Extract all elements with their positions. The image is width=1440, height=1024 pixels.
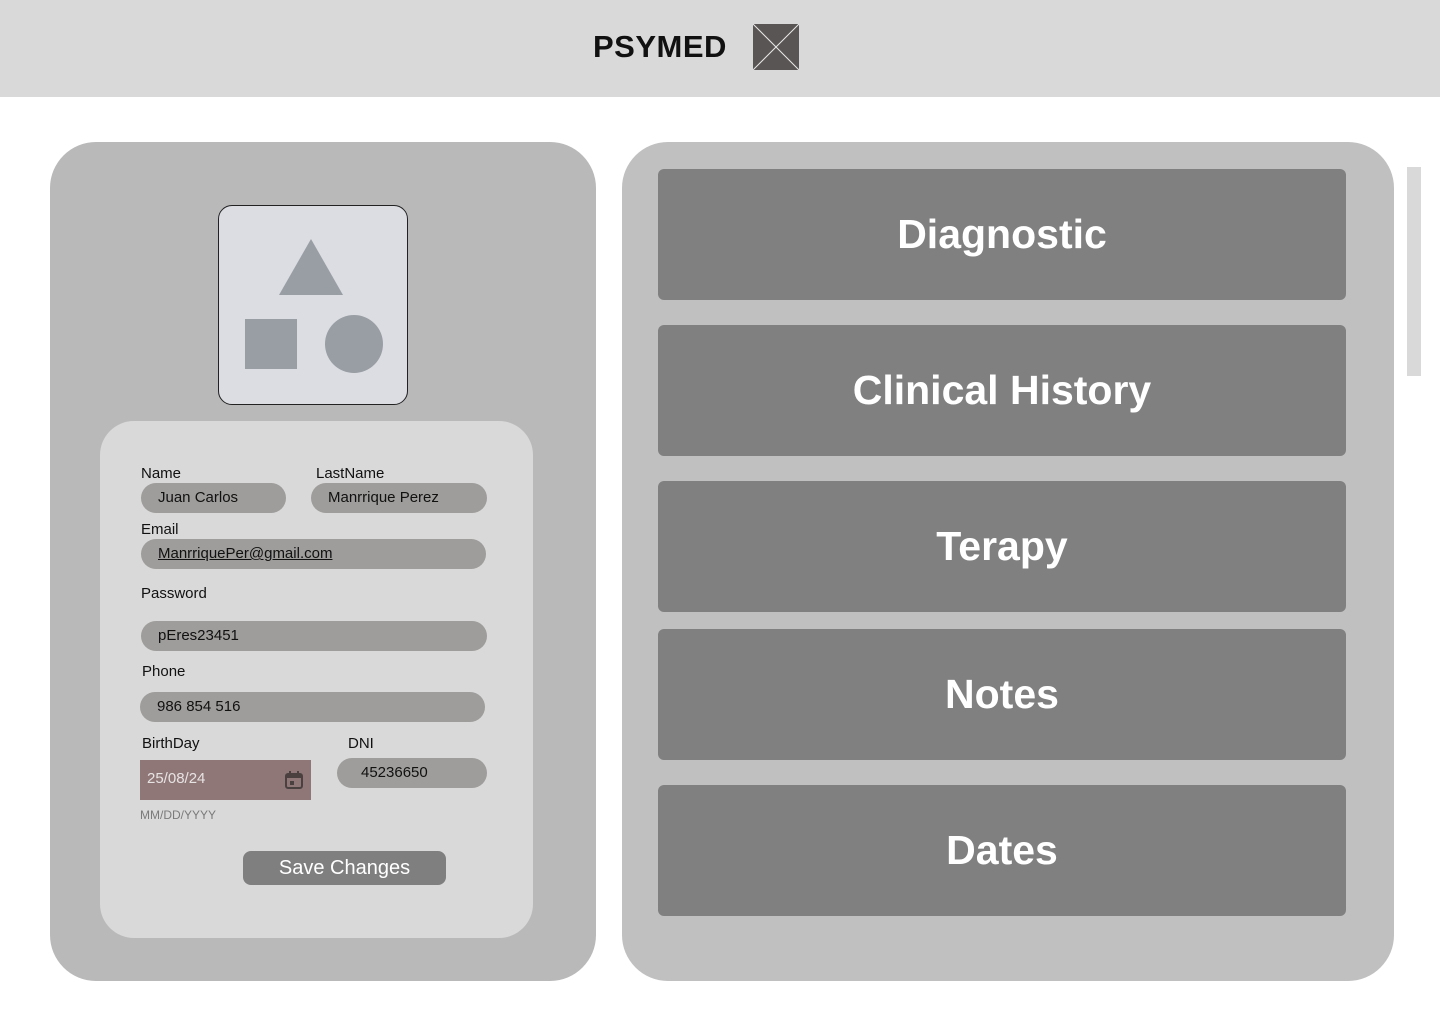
shapes-placeholder-icon xyxy=(245,239,383,373)
password-label: Password xyxy=(141,585,207,602)
app-header: PSYMED xyxy=(0,0,1440,97)
menu-item-notes[interactable]: Notes xyxy=(658,629,1346,760)
avatar[interactable] xyxy=(218,205,408,405)
lastname-field[interactable]: Manrrique Perez xyxy=(311,483,487,513)
birthday-label: BirthDay xyxy=(142,735,200,752)
menu-item-dates[interactable]: Dates xyxy=(658,785,1346,916)
name-field[interactable]: Juan Carlos xyxy=(141,483,286,513)
lastname-label: LastName xyxy=(316,465,385,482)
password-field[interactable]: pEres23451 xyxy=(141,621,487,651)
name-label: Name xyxy=(141,465,182,482)
image-placeholder-icon xyxy=(753,24,799,70)
birthday-format-hint: MM/DD/YYYY xyxy=(140,808,217,822)
phone-field[interactable]: 986 854 516 xyxy=(140,692,485,722)
email-value: ManrriquePer@gmail.com xyxy=(158,545,333,562)
dni-field[interactable]: 45236650 xyxy=(337,758,487,788)
menu-item-clinical-history[interactable]: Clinical History xyxy=(658,325,1346,456)
birthday-date-picker[interactable]: 25/08/24 xyxy=(140,760,311,800)
email-field[interactable]: ManrriquePer@gmail.com xyxy=(141,539,486,569)
dni-label: DNI xyxy=(348,735,374,752)
birthday-value: 25/08/24 xyxy=(147,770,206,787)
brand-title: PSYMED xyxy=(593,29,727,64)
scrollbar[interactable] xyxy=(1407,167,1421,376)
calendar-icon[interactable] xyxy=(284,770,304,790)
email-label: Email xyxy=(141,521,179,538)
phone-label: Phone xyxy=(142,663,186,680)
menu-item-terapy[interactable]: Terapy xyxy=(658,481,1346,612)
save-changes-button[interactable]: Save Changes xyxy=(243,851,446,885)
menu-item-diagnostic[interactable]: Diagnostic xyxy=(658,169,1346,300)
